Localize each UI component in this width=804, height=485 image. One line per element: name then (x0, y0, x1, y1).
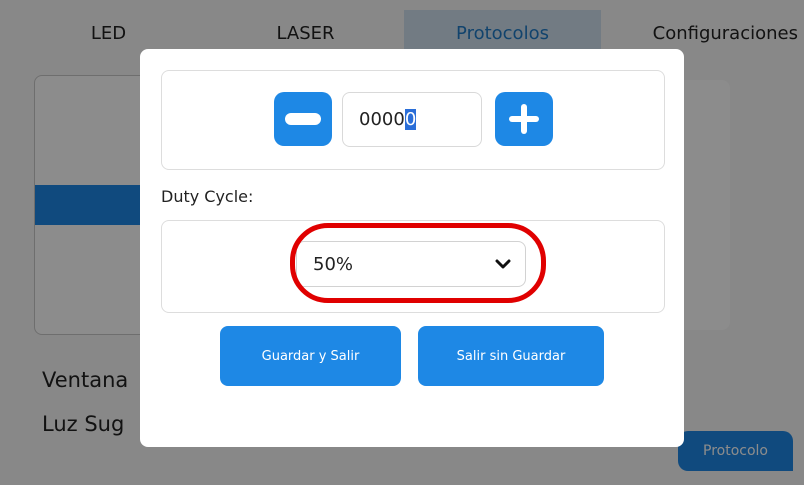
minus-icon (285, 113, 321, 125)
plus-icon (509, 104, 539, 134)
value-text: 0000 (359, 109, 405, 130)
increment-button[interactable] (495, 92, 553, 146)
value-selected-digit: 0 (404, 109, 417, 130)
exit-without-saving-button[interactable]: Salir sin Guardar (418, 326, 604, 386)
highlight-ring (290, 223, 546, 303)
value-input[interactable]: 0000 0 (342, 92, 482, 147)
duty-cycle-label: Duty Cycle: (161, 187, 254, 206)
settings-dialog: 0000 0 Duty Cycle: 50% Guardar y Salir Sa… (140, 49, 684, 447)
save-and-exit-button[interactable]: Guardar y Salir (220, 326, 401, 386)
decrement-button[interactable] (274, 92, 332, 146)
